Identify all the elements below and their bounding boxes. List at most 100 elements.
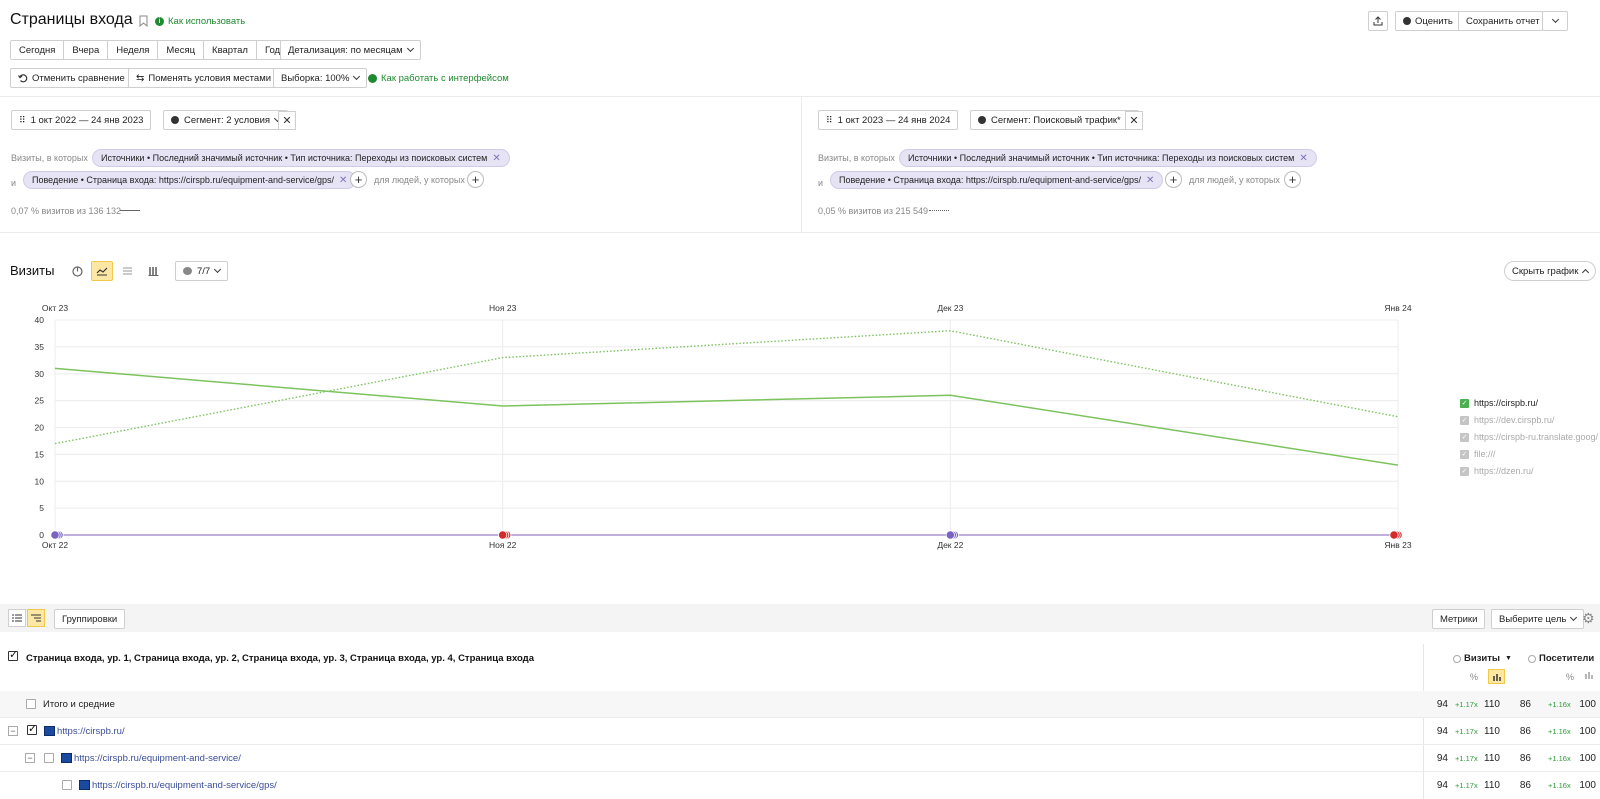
info-icon: i: [155, 17, 164, 26]
legend-item[interactable]: ✓ file:///: [1460, 449, 1496, 459]
legend-item[interactable]: ✓ https://dzen.ru/: [1460, 466, 1534, 476]
bar-toggle-button[interactable]: [1488, 669, 1505, 684]
how-to-work-link[interactable]: Как работать с интерфейсом: [368, 73, 509, 84]
right-segment-clear-button[interactable]: ✕: [1125, 111, 1143, 130]
row-checkbox[interactable]: [62, 780, 72, 790]
row-checkbox[interactable]: [44, 753, 54, 763]
detail-dropdown[interactable]: Детализация: по месяцам: [280, 40, 421, 60]
table-row[interactable]: − ✓ https://cirspb.ru/ 94 +1.17x 110 86 …: [0, 718, 1600, 745]
chart-type-pie-button[interactable]: [68, 262, 86, 280]
percent-toggle-icon[interactable]: %: [1566, 672, 1574, 682]
swap-conditions-button[interactable]: ⇆ Поменять условия местами: [128, 68, 280, 88]
period-month[interactable]: Месяц: [158, 41, 205, 59]
how-to-use-link[interactable]: i Как использовать: [155, 16, 245, 27]
left-add-condition-button[interactable]: +: [350, 171, 367, 188]
site-favicon-icon: [44, 726, 55, 736]
cancel-compare-button[interactable]: Отменить сравнение: [10, 68, 133, 88]
close-icon[interactable]: ✕: [1299, 153, 1307, 164]
chart-type-bar-button[interactable]: [144, 262, 162, 280]
right-date-picker[interactable]: ⠿ 1 окт 2023 — 24 янв 2024: [818, 110, 959, 130]
right-and-label: и: [818, 178, 824, 188]
legend-item[interactable]: ✓ https://dev.cirspb.ru/: [1460, 415, 1554, 425]
legend-label: https://dzen.ru/: [1474, 466, 1534, 476]
groupings-button[interactable]: Группировки: [54, 609, 126, 629]
left-date-picker[interactable]: ⠿ 1 окт 2022 — 24 янв 2023: [11, 110, 152, 130]
table-row[interactable]: https://cirspb.ru/equipment-and-service/…: [0, 772, 1600, 799]
gear-icon[interactable]: ⚙: [1582, 610, 1595, 627]
visits-line-chart: 40 35 30 25 20 15 10 5 0 Окт 23 Окт 22 Ноя 23 Ноя 22…: [35, 303, 1412, 550]
period-week[interactable]: Неделя: [108, 41, 159, 59]
export-button[interactable]: [1368, 11, 1388, 31]
left-add-people-condition-button[interactable]: +: [467, 171, 484, 188]
right-segment-dropdown[interactable]: Сегмент: Поисковый трафик*: [970, 110, 1139, 130]
legend-item[interactable]: ✓ https://cirspb.ru/: [1460, 398, 1538, 408]
left-condition-tag-source[interactable]: Источники • Последний значимый источник …: [92, 149, 510, 167]
right-condition-tag-source[interactable]: Источники • Последний значимый источник …: [899, 149, 1317, 167]
checkbox-icon: ✓: [1460, 432, 1469, 442]
rate-button[interactable]: Оценить: [1395, 11, 1461, 31]
collapse-button[interactable]: −: [25, 753, 35, 763]
save-report-dropdown[interactable]: [1542, 11, 1568, 31]
goal-dropdown[interactable]: Выберите цель: [1491, 609, 1585, 629]
legend-item[interactable]: ✓ https://cirspb-ru.translate.goog/: [1460, 432, 1598, 442]
pie-chart-icon: [71, 265, 83, 277]
legend-label: https://cirspb.ru/: [1474, 398, 1539, 408]
period-yesterday[interactable]: Вчера: [64, 41, 109, 59]
y-tick-label: 10: [35, 476, 45, 486]
legend-label: file:///: [1474, 449, 1496, 459]
close-icon[interactable]: ✕: [492, 153, 500, 164]
share-icon: [1373, 16, 1383, 26]
visits-compare-value: 110: [1484, 780, 1500, 791]
event-marker: [1389, 530, 1403, 540]
collapse-button[interactable]: −: [8, 726, 18, 736]
row-checkbox[interactable]: [26, 699, 36, 709]
checkbox-icon: ✓: [1460, 449, 1469, 459]
calendar-icon: ⠿: [19, 114, 26, 125]
row-link[interactable]: https://cirspb.ru/equipment-and-service/…: [92, 780, 277, 791]
x-bottom-tick-label: Окт 22: [42, 540, 68, 550]
row-checkbox[interactable]: ✓: [27, 723, 37, 735]
save-report-button[interactable]: Сохранить отчет: [1458, 11, 1543, 31]
close-icon[interactable]: ✕: [1146, 175, 1154, 186]
period-quarter[interactable]: Квартал: [204, 41, 257, 59]
hide-chart-button[interactable]: Скрыть график: [1504, 261, 1597, 281]
view-list-button[interactable]: [8, 609, 26, 627]
right-add-condition-button[interactable]: +: [1165, 171, 1182, 188]
area-chart-icon: [122, 267, 132, 275]
left-segment-clear-button[interactable]: ✕: [278, 111, 296, 130]
dimensions-header: Страница входа, ур. 1, Страница входа, у…: [26, 653, 534, 664]
x-top-tick-label: Ноя 23: [489, 303, 517, 313]
y-tick-label: 0: [39, 530, 44, 540]
percent-toggle-icon[interactable]: %: [1470, 672, 1478, 682]
chevron-down-icon: [214, 265, 222, 274]
chevron-down-icon: [353, 72, 361, 81]
close-icon: ✕: [282, 115, 292, 127]
right-condition-tag-entry-page[interactable]: Поведение • Страница входа: https://cirs…: [830, 171, 1164, 189]
left-visits-where-label: Визиты, в которых: [11, 153, 88, 163]
row-link[interactable]: https://cirspb.ru/equipment-and-service/: [74, 753, 241, 764]
row-link[interactable]: https://cirspb.ru/: [57, 726, 125, 737]
col-visits-header[interactable]: Визиты ▼: [1453, 653, 1512, 664]
header-checkbox[interactable]: ✓: [8, 649, 18, 661]
series-selector-dropdown[interactable]: 7/7: [175, 261, 229, 281]
close-icon[interactable]: ✕: [339, 175, 347, 186]
bar-toggle-button[interactable]: [1584, 671, 1594, 682]
visitors-compare-value: 100: [1579, 699, 1596, 710]
left-condition-tag-entry-page[interactable]: Поведение • Страница входа: https://cirs…: [23, 171, 357, 189]
left-segment-dropdown[interactable]: Сегмент: 2 условия: [163, 110, 289, 130]
col-visitors-header[interactable]: Посетители: [1528, 653, 1594, 664]
x-top-tick-label: Дек 23: [937, 303, 963, 313]
period-today[interactable]: Сегодня: [11, 41, 65, 59]
view-tree-button[interactable]: [27, 609, 45, 627]
metrics-button[interactable]: Метрики: [1432, 609, 1486, 629]
bookmark-icon[interactable]: [139, 15, 148, 27]
chart-type-line-button[interactable]: [91, 261, 113, 281]
left-line-sample: [120, 210, 140, 211]
right-add-people-condition-button[interactable]: +: [1284, 171, 1301, 188]
table-row[interactable]: − https://cirspb.ru/equipment-and-servic…: [0, 745, 1600, 772]
series-line-current: [54, 367, 1399, 466]
list-icon: [12, 614, 22, 622]
sample-dropdown[interactable]: Выборка: 100%: [273, 68, 368, 88]
chart-type-area-button[interactable]: [118, 262, 136, 280]
chevron-down-icon: [406, 44, 414, 53]
